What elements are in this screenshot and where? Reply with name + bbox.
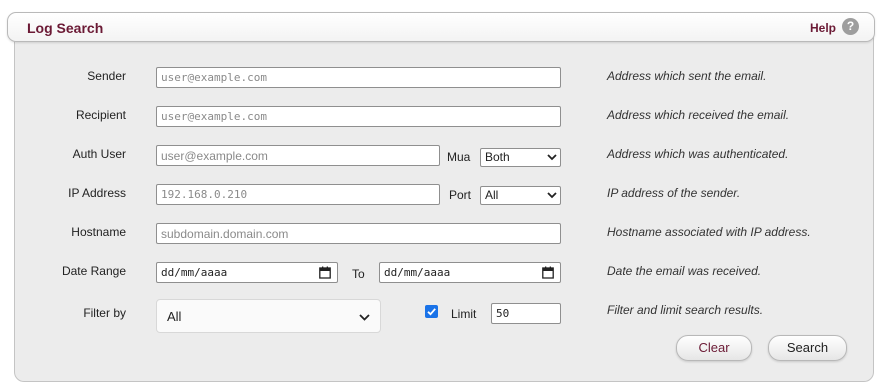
port-selected-value: All <box>485 188 499 202</box>
checkmark-icon <box>427 308 436 316</box>
hostname-description: Hostname associated with IP address. <box>607 225 811 239</box>
mua-label: Mua <box>447 150 471 164</box>
ip-address-description: IP address of the sender. <box>607 186 741 200</box>
sender-description: Address which sent the email. <box>607 69 767 83</box>
limit-label: Limit <box>451 307 477 321</box>
limit-checkbox[interactable] <box>425 305 438 318</box>
date-from-input[interactable]: dd/mm/aaaa <box>156 262 338 283</box>
port-select[interactable]: All <box>480 186 561 205</box>
recipient-label: Recipient <box>75 108 126 122</box>
auth-user-input[interactable]: user@example.com <box>156 145 440 166</box>
auth-user-description: Address which was authenticated. <box>607 147 789 161</box>
date-to-label: To <box>352 267 365 281</box>
limit-input[interactable]: 50 <box>491 303 561 324</box>
filter-by-label: Filter by <box>83 306 126 320</box>
chevron-down-icon <box>547 154 557 161</box>
date-from-placeholder: dd/mm/aaaa <box>161 266 228 279</box>
hostname-input[interactable]: subdomain.domain.com <box>156 223 561 244</box>
filter-description: Filter and limit search results. <box>607 303 764 317</box>
ip-address-input[interactable]: 192.168.0.210 <box>156 184 440 205</box>
calendar-icon[interactable] <box>319 266 331 279</box>
search-button[interactable]: Search <box>768 335 847 361</box>
date-range-description: Date the email was received. <box>607 264 762 278</box>
filter-selected-value: All <box>167 309 182 324</box>
chevron-down-icon <box>359 314 370 321</box>
help-link[interactable]: Help <box>810 21 836 35</box>
chevron-down-icon <box>547 192 557 199</box>
mua-select[interactable]: Both <box>480 148 561 167</box>
mua-selected-value: Both <box>485 150 510 164</box>
sender-input[interactable]: user@example.com <box>156 67 561 88</box>
ip-address-label: IP Address <box>68 186 126 200</box>
calendar-icon[interactable] <box>542 266 554 279</box>
auth-user-label: Auth User <box>72 147 126 161</box>
clear-button[interactable]: Clear <box>676 335 752 361</box>
port-label: Port <box>449 188 472 202</box>
page-title: Log Search <box>27 20 104 36</box>
recipient-description: Address which received the email. <box>607 108 790 122</box>
hostname-label: Hostname <box>71 225 126 239</box>
date-to-input[interactable]: dd/mm/aaaa <box>379 262 561 283</box>
recipient-input[interactable]: user@example.com <box>156 106 561 127</box>
date-range-label: Date Range <box>61 264 126 278</box>
help-icon[interactable]: ? <box>842 18 859 35</box>
panel-header: Log Search Help ? <box>7 12 875 42</box>
sender-label: Sender <box>87 69 126 83</box>
date-to-placeholder: dd/mm/aaaa <box>384 266 451 279</box>
filter-by-select[interactable]: All <box>156 299 381 333</box>
